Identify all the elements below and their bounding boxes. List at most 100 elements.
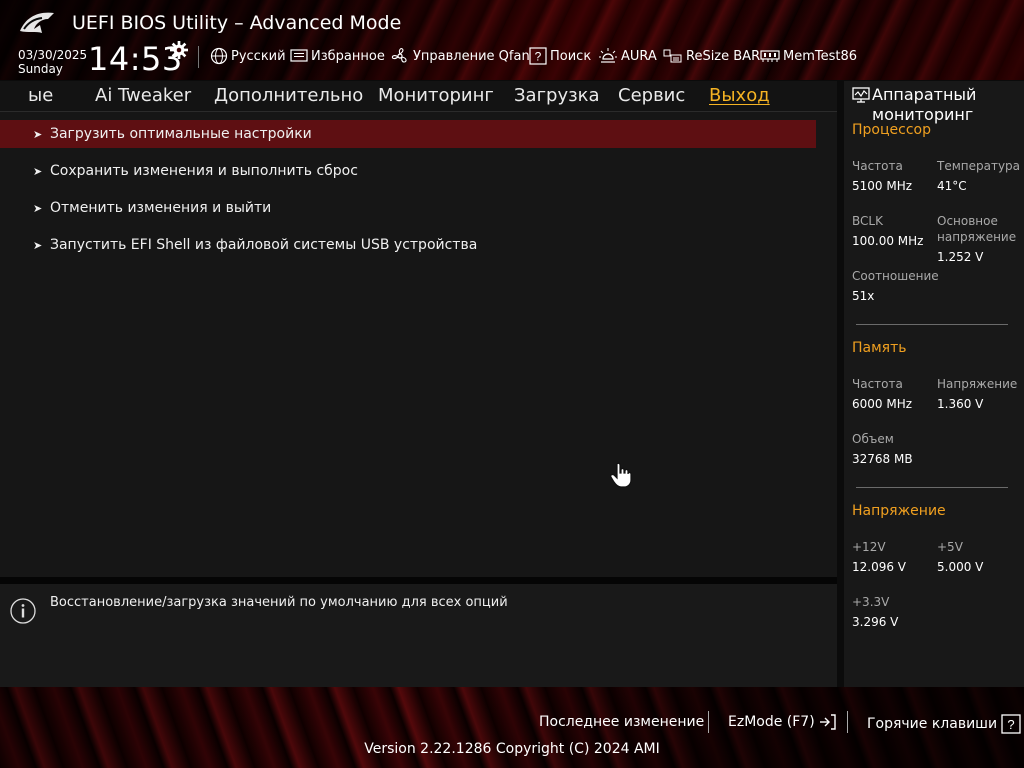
hotkeys-button[interactable]: Горячие клавиши ? (867, 714, 1021, 734)
qfan-button[interactable]: Управление Qfan (390, 47, 530, 65)
v12-label: +12V (852, 540, 886, 554)
panel-divider (0, 577, 837, 584)
aura-label: AURA (621, 48, 657, 64)
cpu-temp-value: 41°C (937, 179, 967, 193)
exit-options-panel: ➤ Загрузить оптимальные настройки ➤ Сохр… (0, 112, 837, 577)
v12-value: 12.096 V (852, 560, 907, 574)
tab-advanced[interactable]: Дополнительно (214, 85, 363, 106)
cpu-freq-value: 5100 MHz (852, 179, 913, 193)
v33-label: +3.3V (852, 595, 890, 609)
gear-icon[interactable] (170, 41, 188, 59)
hardware-monitor-panel: Аппаратный мониторинг Процессор Частота … (844, 81, 1024, 687)
mem-volt-value: 1.360 V (937, 397, 984, 411)
footer-separator (708, 711, 709, 733)
rog-logo-icon (20, 12, 54, 33)
search-label: Поиск (550, 48, 592, 64)
app-title: UEFI BIOS Utility – Advanced Mode (72, 12, 402, 34)
core-voltage-label: Основное напряжение (937, 213, 1016, 245)
hotkeys-label: Горячие клавиши (867, 716, 998, 732)
mem-freq-label: Частота (852, 377, 903, 391)
favorites-button[interactable]: Избранное (290, 47, 385, 65)
monitor-title: Аппаратный мониторинг (872, 85, 976, 125)
ezmode-label: EzMode (F7) (728, 714, 815, 730)
help-panel: Восстановление/загрузка значений по умол… (0, 584, 837, 687)
search-button[interactable]: ? Поиск (529, 47, 591, 65)
menu-bar: ые Ai Tweaker Дополнительно Мониторинг З… (0, 81, 837, 112)
option-label: Отменить изменения и выйти (50, 200, 272, 216)
arrow-right-icon: ➤ (33, 127, 43, 141)
arrow-right-icon: ➤ (33, 201, 43, 215)
exit-arrow-icon (819, 714, 836, 730)
ezmode-button[interactable]: EzMode (F7) (728, 714, 837, 730)
voltage-section-title: Напряжение (852, 503, 946, 519)
language-label: Русский (231, 48, 286, 64)
aura-light-icon (599, 48, 617, 63)
ratio-value: 51x (852, 289, 875, 303)
option-efi-shell[interactable]: ➤ Запустить EFI Shell из файловой систем… (0, 231, 816, 259)
memtest-label: MemTest86 (783, 48, 858, 64)
memtest-button[interactable]: MemTest86 (760, 47, 857, 65)
resize-bar-label: ReSize BAR (686, 48, 761, 64)
mem-freq-value: 6000 MHz (852, 397, 913, 411)
info-icon (10, 598, 36, 624)
aura-button[interactable]: AURA (598, 47, 657, 65)
section-divider (856, 487, 1008, 488)
memory-icon (760, 50, 780, 62)
v5-label: +5V (937, 540, 963, 554)
svg-text:?: ? (1007, 717, 1014, 732)
tab-exit[interactable]: Выход (709, 85, 770, 106)
mem-size-label: Объем (852, 432, 894, 446)
v33-value: 3.296 V (852, 615, 899, 629)
monitor-title-line1: Аппаратный (872, 85, 977, 104)
help-text: Восстановление/загрузка значений по умол… (50, 595, 508, 610)
v5-value: 5.000 V (937, 560, 984, 574)
version-text: Version 2.22.1286 Copyright (C) 2024 AMI (364, 741, 660, 757)
tab-tool[interactable]: Сервис (618, 85, 685, 106)
globe-icon (210, 47, 228, 65)
option-label: Загрузить оптимальные настройки (50, 126, 312, 142)
core-voltage-value: 1.252 V (937, 250, 984, 264)
help-search-icon: ? (529, 47, 547, 65)
cpu-section-title: Процессор (852, 122, 931, 138)
option-save-reset[interactable]: ➤ Сохранить изменения и выполнить сброс (0, 157, 816, 185)
tab-ai-tweaker[interactable]: Ai Tweaker (95, 85, 191, 106)
footer-separator (847, 711, 848, 733)
tab-main-partial[interactable]: ые (28, 85, 53, 106)
favorites-label: Избранное (311, 48, 385, 64)
svg-text:?: ? (535, 50, 542, 64)
help-question-icon: ? (1001, 714, 1021, 734)
cpu-temp-label: Температура (937, 159, 1021, 173)
mem-volt-label: Напряжение (937, 377, 1018, 391)
ratio-label: Соотношение (852, 269, 939, 283)
memory-section-title: Память (852, 340, 907, 356)
footer-bar: Последнее изменение EzMode (F7) Горячие … (0, 687, 1024, 768)
core-voltage-label-line1: Основное (937, 214, 998, 228)
date-display: 03/30/2025 (18, 48, 88, 62)
last-modified-button[interactable]: Последнее изменение (539, 714, 704, 730)
day-display: Sunday (18, 62, 63, 76)
option-label: Сохранить изменения и выполнить сброс (50, 163, 358, 179)
option-label: Запустить EFI Shell из файловой системы … (50, 237, 478, 253)
resize-bar-icon (663, 49, 682, 63)
tab-monitor[interactable]: Мониторинг (378, 85, 494, 106)
section-divider (856, 324, 1008, 325)
arrow-right-icon: ➤ (33, 238, 43, 252)
mem-size-value: 32768 MB (852, 452, 913, 466)
cpu-freq-label: Частота (852, 159, 903, 173)
fan-icon (391, 48, 407, 63)
arrow-right-icon: ➤ (33, 164, 43, 178)
option-load-defaults[interactable]: ➤ Загрузить оптимальные настройки (0, 120, 816, 148)
hand-cursor-icon (610, 462, 632, 488)
bclk-label: BCLK (852, 214, 883, 228)
core-voltage-label-line2: напряжение (937, 230, 1017, 244)
bclk-value: 100.00 MHz (852, 234, 924, 248)
option-discard-exit[interactable]: ➤ Отменить изменения и выйти (0, 194, 816, 222)
tab-boot[interactable]: Загрузка (514, 85, 600, 106)
clock-display: 14:53 (88, 40, 183, 78)
header-bar: UEFI BIOS Utility – Advanced Mode 03/30/… (0, 0, 1024, 80)
favorites-icon (290, 49, 308, 62)
monitor-icon (852, 87, 870, 103)
header-separator (198, 46, 199, 68)
language-button[interactable]: Русский (210, 47, 286, 65)
resize-bar-button[interactable]: ReSize BAR (663, 47, 760, 65)
